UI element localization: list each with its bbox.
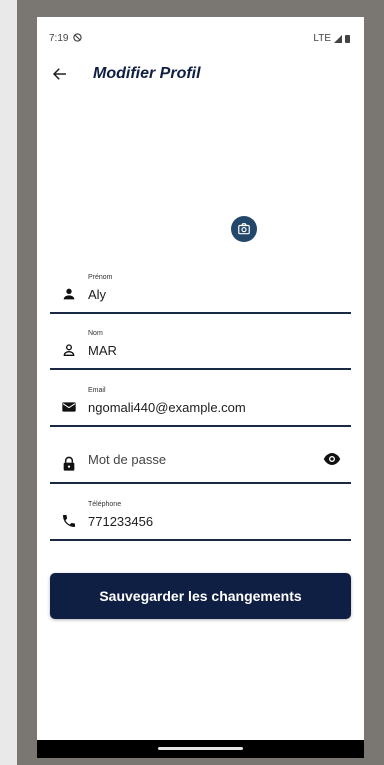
arrow-left-icon[interactable] [51,65,69,83]
first-name-label: Prénom [88,274,113,281]
phone-value[interactable]: 771233456 [88,514,153,529]
last-name-value[interactable]: MAR [88,343,117,358]
mail-icon [62,402,76,412]
status-bar: 7:19 LTE [37,17,364,44]
background-left-inner [17,17,37,758]
background-bottom [17,758,364,765]
status-time: 7:19 [49,33,82,44]
eye-icon[interactable] [323,452,341,466]
app-bar: Modifier Profil [37,57,364,91]
do-not-disturb-icon [73,33,82,42]
phone-icon [63,515,75,527]
phone-field[interactable]: Téléphone 771233456 [50,495,351,541]
first-name-field[interactable]: Prénom Aly [50,268,351,314]
home-indicator[interactable] [158,747,243,750]
email-field[interactable]: Email ngomali440@example.com [50,381,351,427]
lock-icon [63,456,75,471]
person-outline-icon [63,344,75,356]
phone-screen: 7:19 LTE Modifier Profil Prénom Aly Nom … [37,17,364,758]
background-left [0,0,17,765]
email-label: Email [88,387,106,394]
background-top [17,0,364,17]
first-name-value[interactable]: Aly [88,287,106,302]
last-name-field[interactable]: Nom MAR [50,324,351,370]
password-placeholder[interactable]: Mot de passe [88,452,166,467]
battery-icon [345,34,350,43]
signal-icon [334,34,342,43]
background-right [364,0,384,765]
camera-icon [238,223,250,235]
phone-label: Téléphone [88,501,122,508]
network-label: LTE [313,33,331,44]
password-field[interactable]: Mot de passe [50,438,351,484]
save-button[interactable]: Sauvegarder les changements [50,573,351,619]
system-nav-bar [37,740,364,758]
last-name-label: Nom [88,330,103,337]
person-filled-icon [63,288,75,300]
status-indicators: LTE [313,33,350,44]
change-photo-button[interactable] [231,216,257,242]
page-title: Modifier Profil [93,65,201,82]
email-value[interactable]: ngomali440@example.com [88,400,246,415]
